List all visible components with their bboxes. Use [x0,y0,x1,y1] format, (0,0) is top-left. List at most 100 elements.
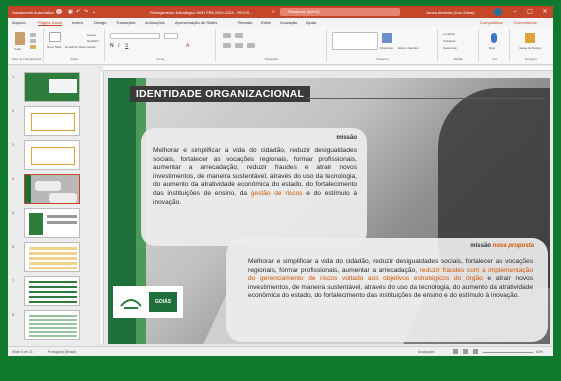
language-status[interactable]: Português (Brasil) [48,350,76,354]
group-label: Slides [70,57,79,61]
slide-canvas[interactable]: IDENTIDADE ORGANIZACIONAL missão Melhora… [108,78,550,344]
search-input[interactable]: Pesquisar (Alt+G) [280,8,400,16]
slide-title[interactable]: IDENTIDADE ORGANIZACIONAL [130,86,310,102]
numbering-icon[interactable] [235,33,243,38]
undo-icon[interactable]: ↶ [76,9,80,15]
new-slide-icon[interactable] [49,32,61,42]
thumbnail-slide-2[interactable] [24,106,80,136]
layout-button[interactable]: Layout [87,33,96,37]
tab-apresentacao[interactable]: Apresentação de Slides [175,20,217,25]
missao-heading: missão [336,135,357,141]
nova-heading-emphasis: nova proposta [492,243,534,249]
shapes-gallery[interactable] [332,32,378,50]
reading-view-icon[interactable] [473,349,478,354]
tab-ajuda[interactable]: Ajuda [306,20,316,25]
thumb-number: 1 [12,74,15,79]
save-icon[interactable]: ▣ [68,9,73,15]
thumb-number: 7 [12,278,15,283]
paste-icon[interactable] [15,32,25,45]
quick-styles-button[interactable]: Estilos Rápidos [398,46,419,50]
font-name-select[interactable] [110,33,160,39]
nova-heading: missão nova proposta [470,243,534,249]
section-button[interactable]: Seção [87,45,96,49]
comments-button[interactable]: Comentários [514,20,537,25]
horizontal-ruler[interactable] [103,66,553,71]
tab-gravacao[interactable]: Gravação [280,20,297,25]
group-slides: Novo Slide Reutilizar Slides Layout Rede… [45,29,105,62]
group-paragraph: Parágrafo [217,29,327,62]
thumbnail-slide-8[interactable] [24,310,80,340]
underline-icon[interactable]: S [125,43,128,49]
group-clipboard: Colar Área de Transferência [10,29,44,62]
find-button[interactable]: Localizar [443,32,455,36]
title-bar: Salvamento Automático ▣ ↶ ↷ ⌄ Planejamen… [8,6,553,18]
autosave-toggle[interactable] [56,9,62,14]
thumbnail-slide-4[interactable] [24,174,80,204]
customize-qat-icon[interactable]: ⌄ [92,9,96,15]
thumb-number: 6 [12,244,15,249]
replace-button[interactable]: Substituir [443,39,456,43]
bold-icon[interactable]: N [110,43,114,49]
bullets-icon[interactable] [223,33,231,38]
user-name[interactable]: Janea Almeida (Uno Zaine) [426,10,474,15]
align-center-icon[interactable] [235,43,243,48]
copy-icon[interactable] [30,39,36,43]
font-color-icon[interactable]: A [186,43,189,49]
thumb-number: 4 [12,176,15,181]
share-button[interactable]: Compartilhar [480,20,503,25]
zoom-slider[interactable] [483,352,533,353]
nova-proposta-textbox[interactable]: missão nova proposta Melhorar e simplifi… [226,238,548,342]
format-painter-icon[interactable] [30,45,36,49]
design-ideas-icon[interactable] [525,33,535,43]
thumbnail-slide-3[interactable] [24,140,80,170]
thumbnail-slide-7[interactable] [24,276,80,306]
new-slide-button[interactable]: Novo Slide [47,45,62,49]
redo-icon[interactable]: ↷ [84,9,88,15]
minimize-icon[interactable]: – [508,6,522,18]
thumb-number: 2 [12,108,15,113]
slide-sorter-icon[interactable] [463,349,468,354]
font-size-select[interactable] [164,33,178,39]
align-left-icon[interactable] [223,43,231,48]
group-voice: Ditar Voz [480,29,510,62]
tab-transicoes[interactable]: Transições [116,20,135,25]
close-icon[interactable]: ✕ [538,6,552,18]
notes-button[interactable]: Anotações [418,350,435,354]
group-designer: Ideias de Design Designer [511,29,551,62]
arrange-button[interactable]: Organizar [380,46,393,50]
tab-animacoes[interactable]: Animações [145,20,165,25]
tab-revisao[interactable]: Revisão [238,20,252,25]
arrange-icon[interactable] [382,33,392,43]
normal-view-icon[interactable] [453,349,458,354]
cut-icon[interactable] [30,33,36,37]
document-title: Planejamento Estratégico SED PPA 2020-20… [150,10,253,15]
dictate-button[interactable]: Ditar [489,46,495,50]
avatar[interactable] [494,8,502,16]
autosave-label[interactable]: Salvamento Automático [12,10,54,15]
thumbnail-slide-1[interactable] [24,72,80,102]
reset-button[interactable]: Redefinir [87,39,99,43]
tab-exibir[interactable]: Exibir [261,20,271,25]
logo-area: GOIÁS [113,286,183,318]
select-button[interactable]: Selecionar [443,46,457,50]
microphone-icon[interactable] [491,33,497,43]
reuse-slides-button[interactable]: Reutilizar Slides [65,45,87,49]
thumb-number: 8 [12,312,15,317]
group-label: Desenho [376,57,389,61]
paste-label[interactable]: Colar [14,47,21,51]
missao-textbox[interactable]: missão Melhorar e simplificar a vida do … [141,128,367,246]
thumbnail-slide-6[interactable] [24,242,80,272]
zoom-level[interactable]: 83% [536,350,543,354]
tab-inserir[interactable]: Inserir [72,20,83,25]
missao-highlight: gestão de riscos [250,189,303,197]
align-right-icon[interactable] [247,43,255,48]
tab-design[interactable]: Design [94,20,106,25]
group-label: Voz [491,57,497,61]
tab-arquivo[interactable]: Arquivo [12,20,26,25]
design-ideas-button[interactable]: Ideias de Design [519,46,541,50]
maximize-icon[interactable]: ▢ [523,6,537,18]
tab-pagina-inicial[interactable]: Página Inicial [38,20,62,26]
vertical-ruler[interactable] [100,72,104,344]
thumbnail-slide-5[interactable] [24,208,80,238]
italic-icon[interactable]: I [118,43,119,49]
